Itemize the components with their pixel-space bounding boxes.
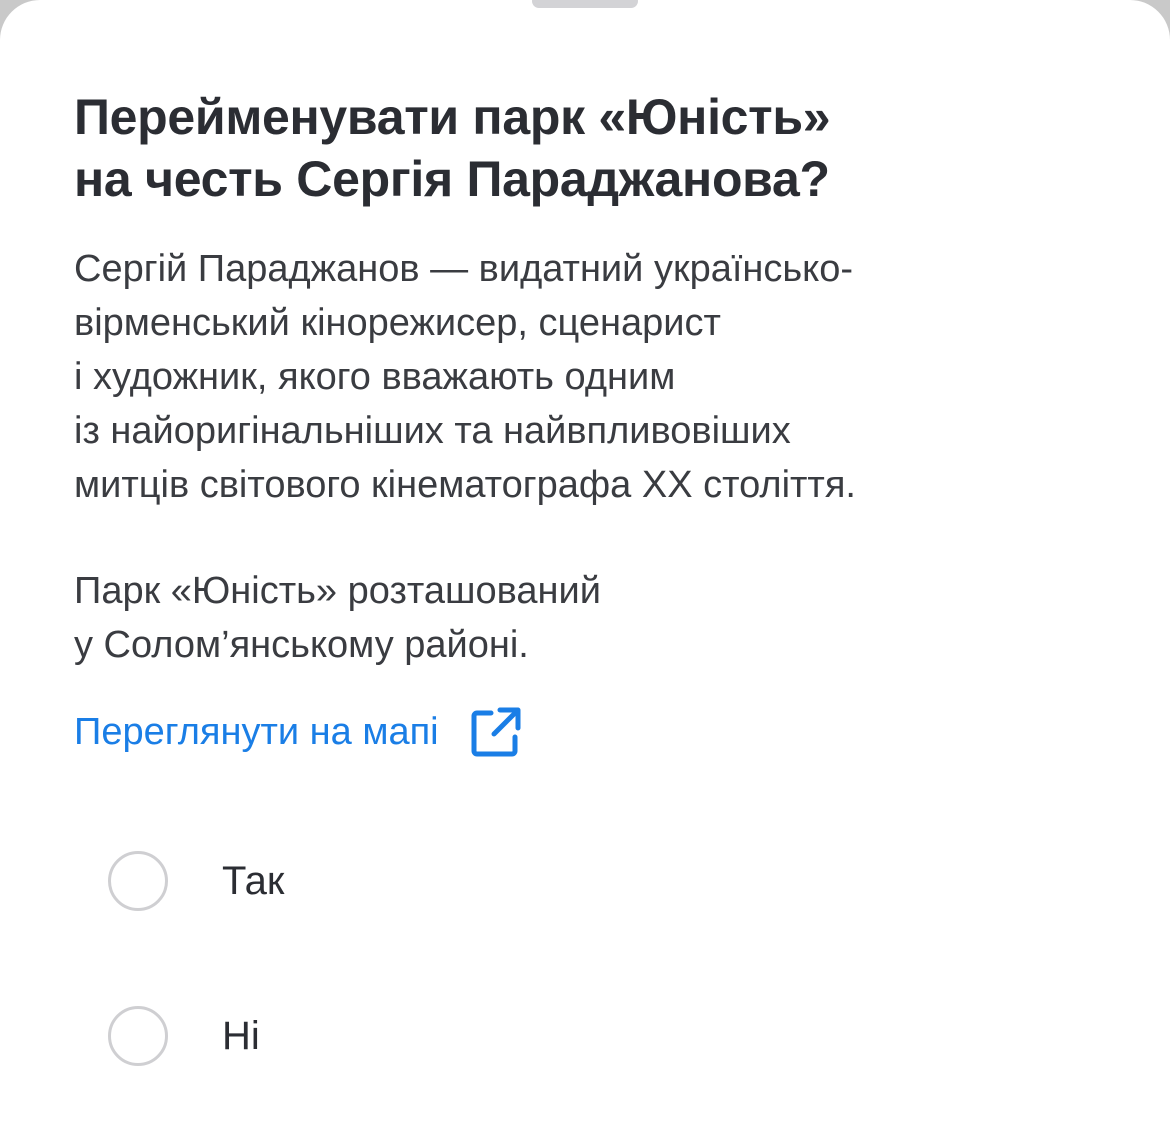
location-line: у Солом’янському районі. [74,624,529,666]
option-yes[interactable]: Так [108,848,608,914]
poll-title-line: Перейменувати парк «Юність» [74,89,831,145]
option-no-label: Ні [222,1013,260,1058]
external-link-icon [469,705,523,759]
description-line: із найоригінальніших та найвпливовіших [74,410,791,452]
option-yes-label: Так [222,858,285,903]
poll-sheet: Перейменувати парк «Юність» на честь Сер… [0,0,1170,1126]
description-line: вірменський кінорежисер, сценарист [74,302,721,344]
description-line: митців світового кінематографа XX століт… [74,464,856,506]
description-line: і художник, якого вважають одним [74,356,676,398]
poll-title-line: на честь Сергія Параджанова? [74,151,830,207]
option-no-radio[interactable] [108,1006,168,1066]
view-on-map-label: Переглянути на мапі [74,710,439,753]
location-line: Парк «Юність» розташований [74,570,601,612]
poll-location: Парк «Юність» розташований у Солом’янськ… [74,564,1134,672]
poll-title: Перейменувати парк «Юність» на честь Сер… [74,86,1114,210]
option-yes-radio[interactable] [108,851,168,911]
description-line: Сергій Параджанов — видатний українсько- [74,248,854,290]
option-no[interactable]: Ні [108,1003,608,1069]
view-on-map-link[interactable]: Переглянути на мапі [74,702,523,762]
sheet-grabber[interactable] [532,0,638,8]
poll-description: Сергій Параджанов — видатний українсько-… [74,242,1134,512]
